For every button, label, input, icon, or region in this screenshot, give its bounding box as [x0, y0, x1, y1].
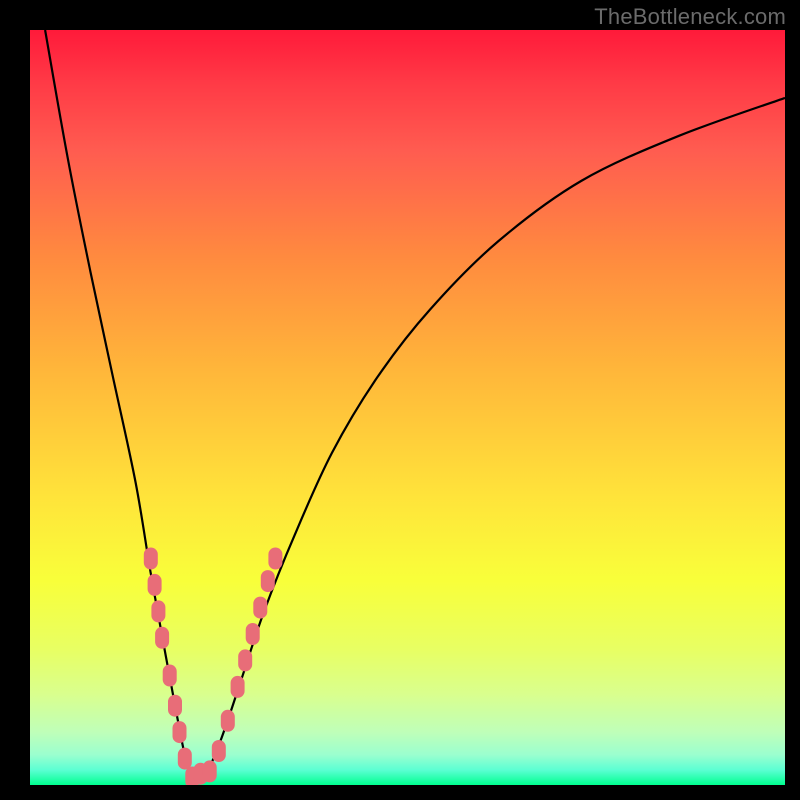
curve-marker [168, 695, 182, 717]
curve-marker [231, 676, 245, 698]
curve-marker [221, 710, 235, 732]
curve-markers [144, 548, 283, 786]
curve-marker [253, 597, 267, 619]
bottleneck-curve [45, 30, 785, 780]
curve-marker [238, 649, 252, 671]
plot-area [30, 30, 785, 785]
curve-marker [203, 760, 217, 782]
curve-marker [144, 548, 158, 570]
curve-marker [173, 721, 187, 743]
curve-marker [212, 740, 226, 762]
curve-marker [163, 665, 177, 687]
curve-marker [261, 570, 275, 592]
watermark-text: TheBottleneck.com [594, 4, 786, 30]
curve-marker [148, 574, 162, 596]
curve-layer [30, 30, 785, 785]
curve-marker [155, 627, 169, 649]
chart-frame: TheBottleneck.com [0, 0, 800, 800]
curve-marker [178, 748, 192, 770]
curve-marker [151, 600, 165, 622]
curve-marker [246, 623, 260, 645]
curve-marker [268, 548, 282, 570]
